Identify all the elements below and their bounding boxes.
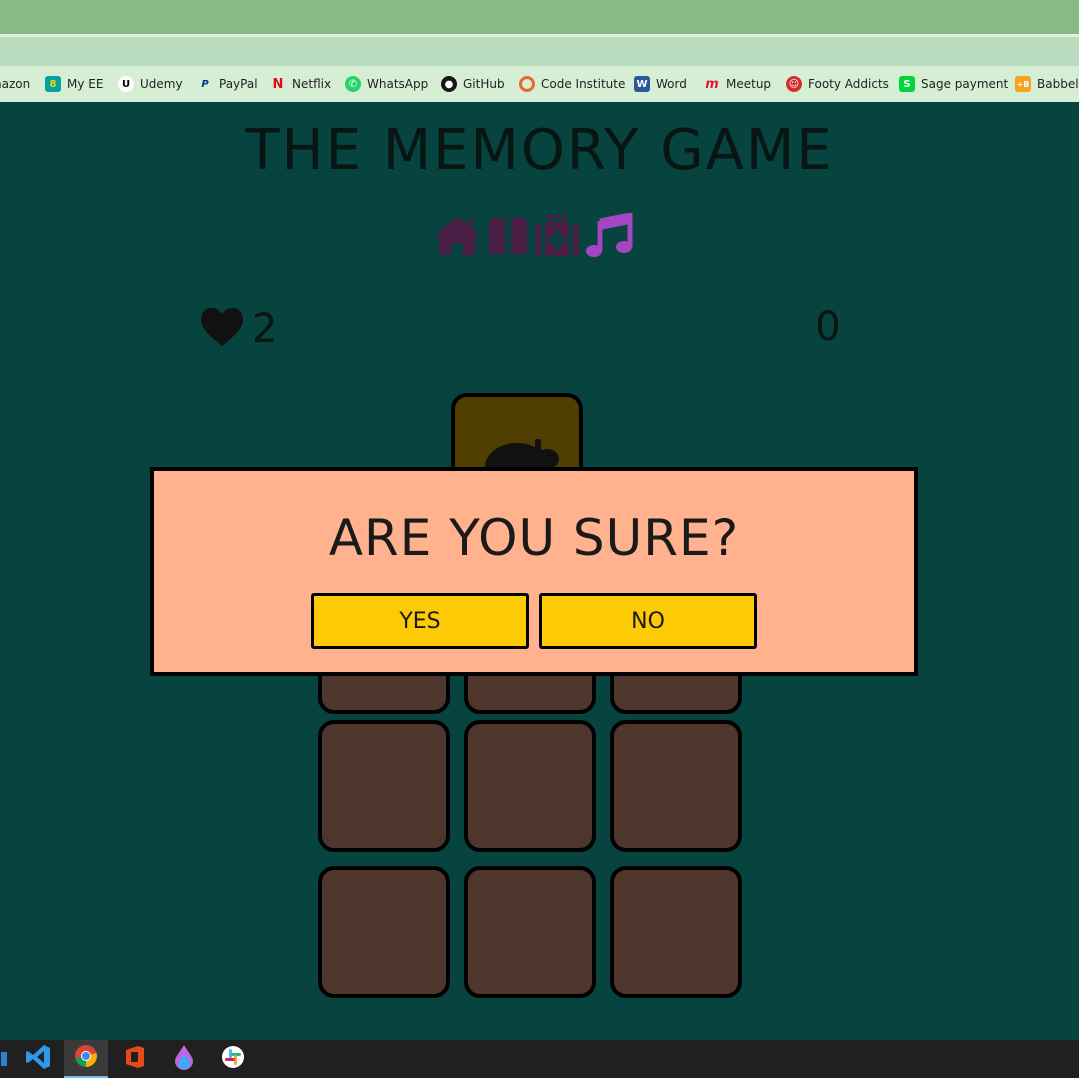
github-icon: ● bbox=[441, 76, 457, 92]
netflix-icon: N bbox=[272, 76, 284, 92]
bookmark-code-institute[interactable]: Code Institute bbox=[519, 74, 625, 94]
babbel-icon: +B bbox=[1015, 76, 1031, 92]
bookmark-label: Word bbox=[656, 77, 687, 91]
taskbar-item-partial[interactable] bbox=[0, 1040, 8, 1078]
memory-card[interactable] bbox=[464, 866, 596, 998]
paypal-icon: P bbox=[201, 78, 209, 90]
vscode-icon bbox=[25, 1044, 51, 1075]
bookmark-label: WhatsApp bbox=[367, 77, 429, 91]
heart-icon bbox=[200, 307, 244, 352]
bookmark-word[interactable]: W Word bbox=[634, 74, 687, 94]
bookmark-whatsapp[interactable]: ✆ WhatsApp bbox=[345, 74, 428, 94]
lives-count: 2 bbox=[252, 306, 278, 352]
os-taskbar bbox=[0, 1040, 1079, 1078]
word-icon: W bbox=[634, 76, 650, 92]
memory-card[interactable] bbox=[318, 720, 450, 852]
bookmark-label: Code Institute bbox=[541, 77, 626, 91]
bookmark-netflix[interactable]: N Netflix bbox=[270, 74, 332, 94]
bookmark-meetup[interactable]: m Meetup bbox=[704, 74, 771, 94]
bookmark-label: Footy Addicts bbox=[808, 77, 889, 91]
bookmark-label: Udemy bbox=[140, 77, 183, 91]
code-institute-icon bbox=[519, 76, 535, 92]
memory-card[interactable] bbox=[610, 720, 742, 852]
bookmark-label: Netflix bbox=[292, 77, 332, 91]
first-aid-icon[interactable] bbox=[534, 215, 580, 257]
bookmark-my-ee[interactable]: 8 My EE bbox=[45, 74, 103, 94]
whatsapp-icon: ✆ bbox=[345, 76, 361, 92]
slack-icon bbox=[221, 1045, 245, 1074]
app-icon bbox=[1, 1052, 7, 1066]
music-icon[interactable] bbox=[586, 213, 634, 259]
confirm-modal: ARE YOU SURE? YES NO bbox=[150, 467, 918, 676]
chrome-icon bbox=[74, 1044, 98, 1073]
bookmark-label: GitHub bbox=[463, 77, 505, 91]
modal-title: ARE YOU SURE? bbox=[328, 509, 740, 567]
browser-tab-strip bbox=[0, 37, 1079, 66]
score-value: 0 bbox=[815, 304, 841, 350]
udemy-icon: U bbox=[118, 76, 134, 92]
memory-card[interactable] bbox=[464, 720, 596, 852]
taskbar-vscode[interactable] bbox=[16, 1040, 60, 1078]
home-icon[interactable] bbox=[432, 214, 482, 258]
page-title: THE MEMORY GAME bbox=[245, 118, 834, 183]
drop-icon bbox=[174, 1044, 194, 1075]
bookmark-babbel[interactable]: +B Babbel bbox=[1015, 74, 1079, 94]
bookmark-label: My EE bbox=[67, 77, 104, 91]
taskbar-slack[interactable] bbox=[211, 1040, 255, 1078]
taskbar-chrome[interactable] bbox=[64, 1040, 108, 1078]
bookmark-footy-addicts[interactable]: ☺ Footy Addicts bbox=[786, 74, 889, 94]
bookmark-label: PayPal bbox=[219, 77, 258, 91]
bookmark-udemy[interactable]: U Udemy bbox=[118, 74, 183, 94]
office-icon bbox=[124, 1045, 146, 1074]
no-button[interactable]: NO bbox=[539, 593, 757, 649]
meetup-icon: m bbox=[705, 76, 719, 92]
bookmark-label: Sage payment bbox=[921, 77, 1009, 91]
ee-icon: 8 bbox=[45, 76, 61, 92]
bookmark-amazon[interactable]: nazon bbox=[0, 74, 30, 94]
taskbar-office[interactable] bbox=[113, 1040, 157, 1078]
bookmarks-bar: nazon 8 My EE U Udemy P PayPal N Netflix… bbox=[0, 66, 1079, 102]
bookmark-label: nazon bbox=[0, 77, 31, 91]
bookmark-label: Babbel bbox=[1037, 77, 1079, 91]
bookmark-github[interactable]: ● GitHub bbox=[441, 74, 505, 94]
browser-titlebar bbox=[0, 0, 1079, 34]
bookmark-sage[interactable]: S Sage payment bbox=[899, 74, 1008, 94]
memory-card[interactable] bbox=[318, 866, 450, 998]
pause-icon[interactable] bbox=[488, 216, 528, 256]
lives-display: 2 bbox=[200, 306, 277, 352]
yes-button[interactable]: YES bbox=[311, 593, 529, 649]
memory-card[interactable] bbox=[610, 866, 742, 998]
bookmark-paypal[interactable]: P PayPal bbox=[197, 74, 258, 94]
game-controls bbox=[432, 212, 634, 260]
sage-icon: S bbox=[899, 76, 915, 92]
taskbar-drop-app[interactable] bbox=[162, 1040, 206, 1078]
footy-addicts-icon: ☺ bbox=[786, 76, 802, 92]
bookmark-label: Meetup bbox=[726, 77, 772, 91]
